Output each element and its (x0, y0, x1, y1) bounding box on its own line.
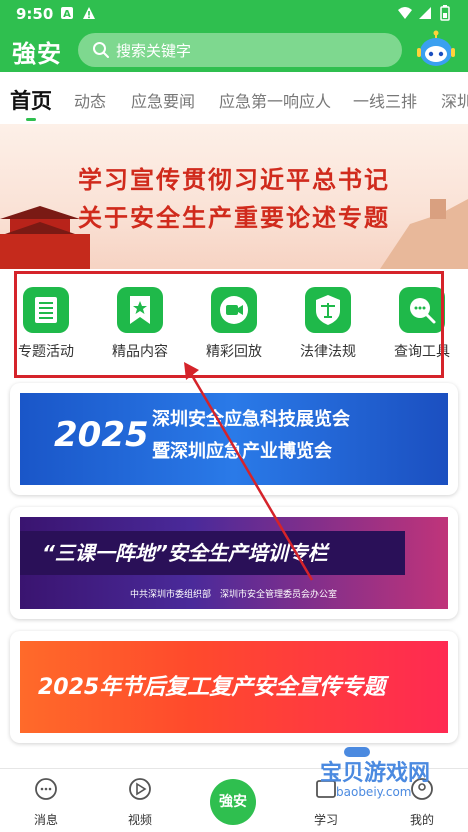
watermark-text: 宝贝游戏网 (320, 761, 431, 786)
nav-video[interactable]: 视频 (110, 777, 170, 828)
video-play-icon (129, 778, 151, 800)
annotation-arrow (184, 362, 314, 581)
watermark-url: baobeiy.com (336, 785, 412, 799)
app-root: 9:50 A 強安 搜索关键字 首页 动态 应急要闻 应急第一响应人 一线三排 (0, 0, 468, 832)
nav-label: 学习 (313, 813, 338, 827)
watermark: 宝贝游戏网 baobeiy.com (300, 745, 450, 811)
nav-messages[interactable]: 消息 (16, 777, 76, 828)
nav-center-logo[interactable]: 強安 (210, 779, 256, 825)
nav-label: 消息 (33, 813, 58, 827)
nav-label: 我的 (409, 813, 434, 827)
message-icon (35, 778, 57, 800)
nav-label: 视频 (127, 813, 152, 827)
